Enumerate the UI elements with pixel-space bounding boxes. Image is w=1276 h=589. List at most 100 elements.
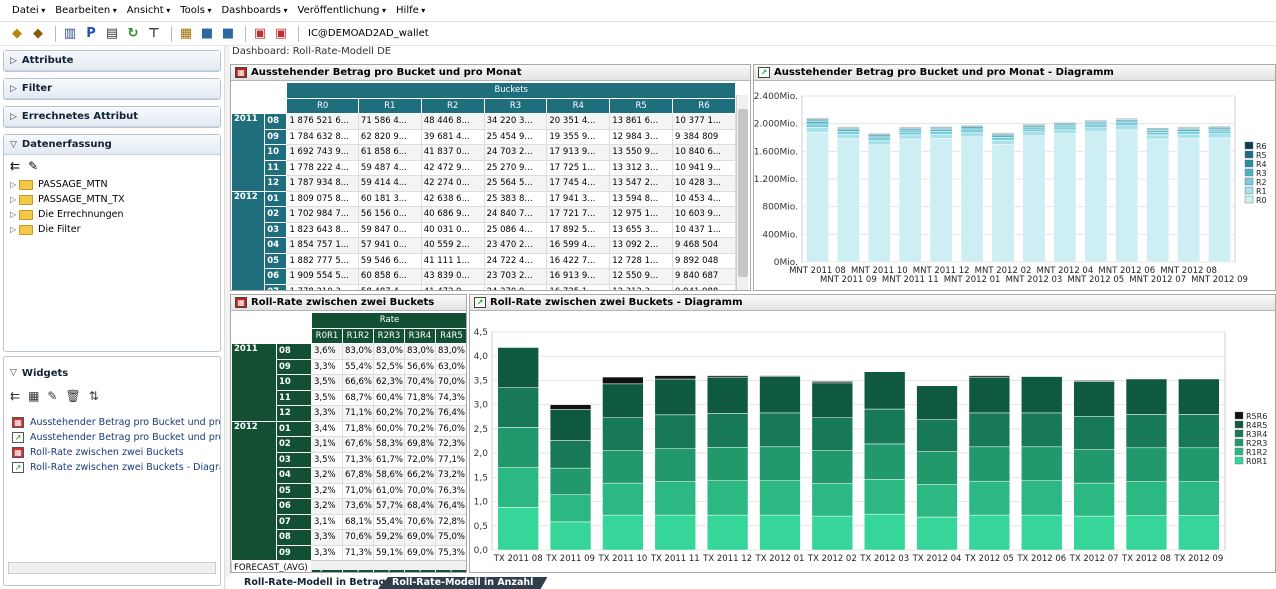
month-header: 07 bbox=[264, 283, 288, 290]
tree-item-passage-mtn-tx[interactable]: ▷ PASSAGE_MTN_TX bbox=[4, 192, 220, 207]
rollrate-hscroll[interactable] bbox=[311, 560, 466, 570]
tree-item-errechnungen[interactable]: ▷ Die Errechnungen bbox=[4, 207, 220, 222]
data-cell: 17 725 1... bbox=[546, 159, 611, 176]
filter-panel[interactable]: ▷ Filter bbox=[3, 78, 221, 100]
bar-segment bbox=[1022, 126, 1046, 130]
menu-ansicht[interactable]: Ansicht bbox=[127, 5, 171, 16]
report-icon[interactable]: ▥ bbox=[61, 26, 79, 42]
scroll-thumb[interactable] bbox=[738, 109, 748, 277]
back-icon[interactable]: ◆ bbox=[8, 26, 26, 42]
menu-veroeffentlichung[interactable]: Veröffentlichung bbox=[298, 5, 387, 16]
move-icon[interactable]: ⇇ bbox=[10, 159, 20, 173]
delete-icon[interactable]: 🗑 bbox=[65, 389, 80, 403]
widget-item-chart-rollrate[interactable]: ↗ Roll-Rate zwischen zwei Buckets - Diagr… bbox=[4, 460, 220, 475]
data-cell: 3,3% bbox=[311, 358, 343, 375]
data-cell: 59,1% bbox=[373, 544, 405, 561]
bar-segment bbox=[960, 129, 984, 133]
widget-item-table-rollrate[interactable]: ▦ Roll-Rate zwischen zwei Buckets bbox=[4, 445, 220, 460]
widgets-header[interactable]: ▽ Widgets bbox=[4, 363, 220, 383]
export-icon[interactable]: ▣ bbox=[251, 26, 269, 42]
filter-header[interactable]: ▷ Filter bbox=[4, 79, 220, 99]
month-header: 03 bbox=[276, 451, 312, 468]
bar-segment bbox=[1084, 127, 1108, 133]
sort-icon[interactable]: ⇅ bbox=[89, 389, 99, 403]
column-header: R0R1 bbox=[311, 327, 343, 344]
bar-segment bbox=[806, 131, 829, 263]
edit-icon[interactable]: ✎ bbox=[28, 159, 38, 173]
calc-attribute-header[interactable]: ▷ Errechnetes Attribut bbox=[4, 107, 220, 127]
bar-segment bbox=[898, 131, 922, 136]
month-header: 11 bbox=[264, 159, 288, 176]
menu-bearbeiten[interactable]: Bearbeiten bbox=[55, 5, 117, 16]
menu-datei[interactable]: Datei bbox=[12, 5, 45, 16]
table-row: 10 1 692 743 9... 61 858 6... 41 837 0... 24… bbox=[232, 144, 736, 161]
x-tick-label: MNT 2012 05 bbox=[1067, 275, 1124, 285]
widget-item-table-amount[interactable]: ▦ Ausstehender Betrag pro Bucket und pro … bbox=[4, 415, 220, 430]
cube-add-icon[interactable]: ■ bbox=[219, 26, 237, 42]
data-cell: 41 111 1... bbox=[420, 252, 485, 269]
prompt-icon[interactable]: P bbox=[82, 26, 100, 42]
hierarchy-icon[interactable]: ⊤ bbox=[145, 26, 163, 42]
calc-attribute-panel[interactable]: ▷ Errechnetes Attribut bbox=[3, 106, 221, 128]
bar-segment bbox=[1146, 134, 1170, 140]
column-header: R5 bbox=[609, 97, 674, 114]
toolbar-separator bbox=[55, 25, 56, 42]
widget-label: Ausstehender Betrag pro Bucket und pro M… bbox=[30, 417, 220, 428]
refresh-icon[interactable]: ↻ bbox=[124, 26, 142, 42]
bar-segment bbox=[1178, 515, 1220, 551]
amount-chart-panel: ↗ Ausstehender Betrag pro Bucket und pro … bbox=[753, 64, 1276, 291]
y-tick-label: 2.400Mio. bbox=[754, 92, 798, 102]
bar-segment bbox=[549, 521, 592, 551]
grid-icon[interactable]: ▦ bbox=[177, 26, 195, 42]
tree-item-filter[interactable]: ▷ Die Filter bbox=[4, 222, 220, 237]
forward-icon[interactable]: ◆ bbox=[29, 26, 47, 42]
data-cell: 25 383 8... bbox=[483, 190, 548, 207]
data-cell: 9 384 809 bbox=[672, 128, 736, 145]
widgets-title: Widgets bbox=[21, 367, 69, 379]
tab-count[interactable]: Roll-Rate-Modell in Anzahl bbox=[378, 577, 548, 589]
column-header: R1 bbox=[357, 97, 422, 114]
bar-segment bbox=[706, 376, 749, 414]
bar-segment bbox=[991, 143, 1015, 263]
data-cell: 9 468 504 bbox=[672, 237, 736, 254]
data-cell: 3,6% bbox=[311, 343, 343, 360]
cube-icon[interactable]: ■ bbox=[198, 26, 216, 42]
data-entry-header[interactable]: ▽ Datenerfassung bbox=[4, 135, 220, 155]
grid-icon[interactable]: ▦ bbox=[28, 389, 39, 403]
data-cell: 42 638 6... bbox=[420, 190, 485, 207]
legend-swatch bbox=[1244, 168, 1254, 177]
data-cell: 1 778 222 4... bbox=[286, 159, 359, 176]
tab-amount[interactable]: Roll-Rate-Modell in Betrag bbox=[230, 577, 400, 589]
tree-item-passage-mtn[interactable]: ▷ PASSAGE_MTN bbox=[4, 177, 220, 192]
month-header: 01 bbox=[276, 420, 312, 437]
bar-segment bbox=[497, 467, 539, 508]
toolbar: ◆ ◆ ▥ P ▤ ↻ ⊤ ▦ ■ ■ ▣ ▣ IC@DEMOAD2AD_wal… bbox=[0, 22, 1276, 46]
data-cell: 12 312 3... bbox=[609, 283, 674, 290]
data-cell: 16 913 9... bbox=[546, 268, 611, 285]
table-icon[interactable]: ▤ bbox=[103, 26, 121, 42]
move-icon[interactable]: ⇇ bbox=[10, 389, 20, 403]
legend-swatch bbox=[1234, 456, 1244, 465]
import-icon[interactable]: ▣ bbox=[272, 26, 290, 42]
bar-segment bbox=[1053, 133, 1077, 263]
sheet-tabs: Roll-Rate-Modell in Betrag Roll-Rate-Mod… bbox=[226, 577, 1276, 589]
amount-vscroll[interactable] bbox=[736, 95, 748, 290]
x-tick-label: MNT 2012 03 bbox=[1006, 275, 1063, 285]
attribute-panel[interactable]: ▷ Attribute bbox=[3, 50, 221, 72]
left-hscroll[interactable] bbox=[8, 562, 216, 574]
month-header: 12 bbox=[264, 175, 288, 192]
widget-item-chart-amount[interactable]: ↗ Ausstehender Betrag pro Bucket und pro … bbox=[4, 430, 220, 445]
attribute-header[interactable]: ▷ Attribute bbox=[4, 51, 220, 71]
table-widget-icon: ▦ bbox=[235, 297, 247, 308]
toolbar-separator bbox=[298, 25, 299, 42]
x-tick-label: TX 2012 02 bbox=[807, 554, 857, 564]
bar-segment bbox=[1146, 130, 1170, 133]
table-widget-icon: ▦ bbox=[235, 67, 247, 78]
month-header: 08 bbox=[276, 529, 312, 546]
menu-tools[interactable]: Tools bbox=[180, 5, 211, 16]
menu-dashboards[interactable]: Dashboards bbox=[221, 5, 287, 16]
menu-hilfe[interactable]: Hilfe bbox=[396, 5, 425, 16]
bar-segment bbox=[929, 126, 953, 128]
bar-segment bbox=[1146, 127, 1170, 129]
edit-icon[interactable]: ✎ bbox=[47, 389, 57, 403]
